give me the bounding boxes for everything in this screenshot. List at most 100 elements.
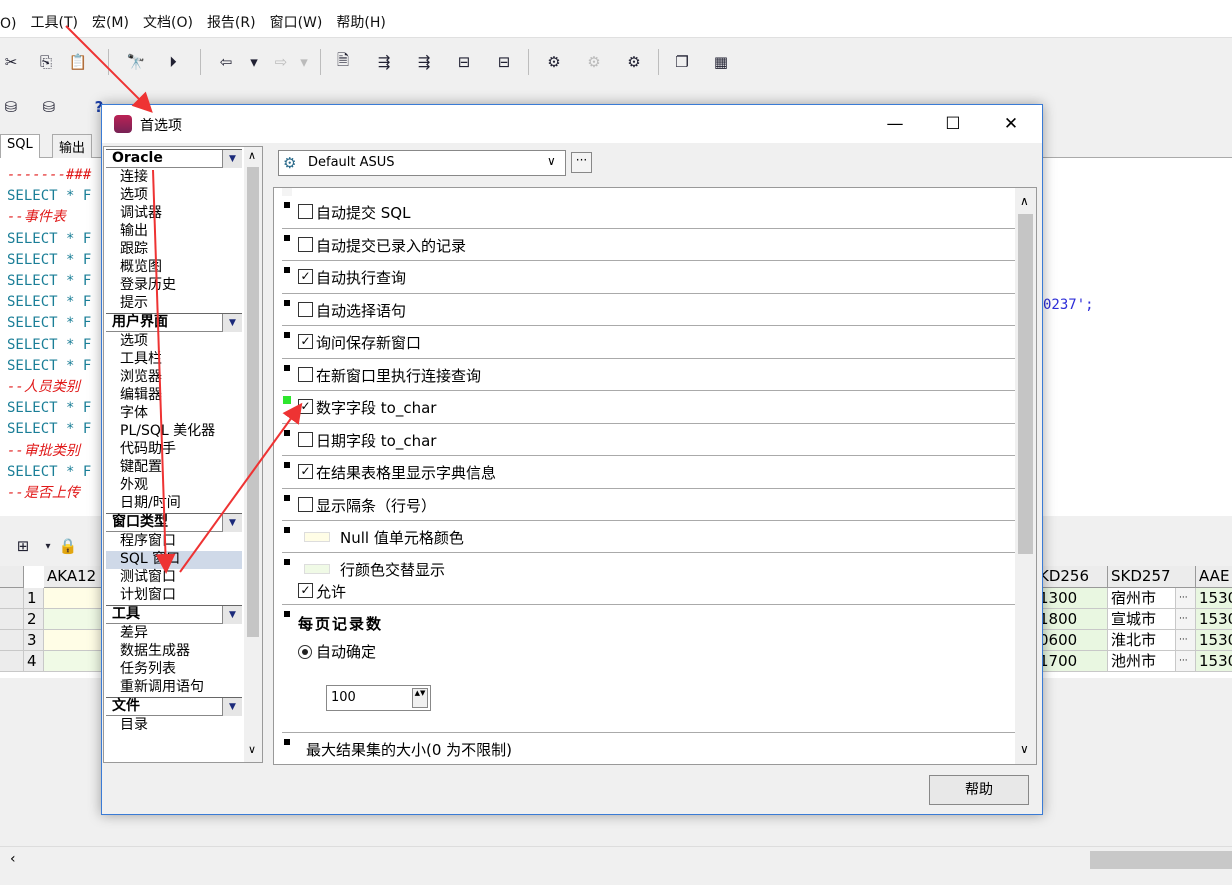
lock-icon[interactable]: 🔒 bbox=[57, 535, 79, 557]
copy-icon[interactable]: ⎘ bbox=[35, 51, 57, 73]
chevron-down-icon[interactable]: ▾ bbox=[37, 535, 59, 557]
tree-item[interactable]: 调试器 bbox=[120, 205, 240, 223]
unindent-icon[interactable]: ⇶ bbox=[413, 51, 435, 73]
scroll-thumb[interactable] bbox=[1090, 851, 1232, 869]
windows-icon[interactable]: ❐ bbox=[671, 51, 693, 73]
uncomment-icon[interactable]: ⊟ bbox=[493, 51, 515, 73]
save-icon[interactable]: ⇨ bbox=[270, 51, 292, 73]
chevron-down-icon[interactable]: ∨ bbox=[547, 154, 556, 168]
tree-item[interactable]: 登录历史 bbox=[120, 277, 240, 295]
menu-item-0[interactable]: O) bbox=[0, 16, 16, 32]
commit-icon[interactable]: ⛁ bbox=[0, 96, 22, 118]
tree-item[interactable]: PL/SQL 美化器 bbox=[120, 423, 240, 441]
rollback-icon[interactable]: ⛁ bbox=[38, 96, 60, 118]
menu-item-3[interactable]: 文档(O) bbox=[143, 12, 193, 32]
records-per-page-input[interactable]: 100 ▲▼ bbox=[326, 685, 431, 711]
tab-sql[interactable]: SQL bbox=[0, 134, 40, 158]
tree-item[interactable]: 工具栏 bbox=[120, 351, 240, 369]
chevron-down-icon[interactable]: ▼ bbox=[222, 314, 242, 332]
tree-item[interactable]: 代码助手 bbox=[120, 441, 240, 459]
alt-color-swatch[interactable] bbox=[304, 564, 330, 574]
option-checkbox[interactable] bbox=[298, 431, 313, 447]
tree-item[interactable]: 概览图 bbox=[120, 259, 240, 277]
horizontal-scrollbar[interactable]: ‹ bbox=[0, 846, 1232, 872]
chevron-up-icon[interactable]: ∧ bbox=[248, 149, 256, 162]
null-color-swatch[interactable] bbox=[304, 532, 330, 542]
tree-section-header[interactable]: 窗口类型 ▼ bbox=[106, 513, 242, 532]
load-icon[interactable]: ⇦ bbox=[215, 51, 237, 73]
cell-ellipsis-button[interactable]: ··· bbox=[1176, 651, 1196, 672]
tree-item[interactable]: 字体 bbox=[120, 405, 240, 423]
menu-item-2[interactable]: 宏(M) bbox=[92, 12, 129, 32]
tree-item[interactable]: 计划窗口 bbox=[120, 587, 240, 605]
tree-item[interactable]: 输出 bbox=[120, 223, 240, 241]
db-disconnect-icon[interactable]: ⚙ bbox=[583, 51, 605, 73]
tree-item[interactable]: 目录 bbox=[120, 717, 240, 735]
dialog-titlebar[interactable]: 首选项 — ☐ ✕ bbox=[102, 105, 1042, 143]
cell-ellipsis-button[interactable]: ··· bbox=[1176, 609, 1196, 630]
chevron-up-icon[interactable]: ∧ bbox=[1020, 194, 1029, 208]
chevron-down-icon[interactable]: ▼ bbox=[222, 698, 242, 716]
menu-item-6[interactable]: 帮助(H) bbox=[336, 12, 385, 32]
chevron-down-icon[interactable]: ▾ bbox=[243, 51, 265, 73]
paste-icon[interactable]: 📋 bbox=[67, 51, 89, 73]
option-checkbox[interactable] bbox=[298, 366, 313, 382]
db-connect-icon[interactable]: ⚙ bbox=[543, 51, 565, 73]
maximize-button[interactable]: ☐ bbox=[930, 109, 976, 139]
tree-item[interactable]: 重新调用语句 bbox=[120, 679, 240, 697]
profile-select[interactable]: ⚙ Default ASUS ∨ bbox=[278, 150, 566, 176]
grid-icon[interactable]: ▦ bbox=[710, 51, 732, 73]
cut-icon[interactable]: ✂ bbox=[0, 51, 22, 73]
tree-item[interactable]: 选项 bbox=[120, 333, 240, 351]
menu-item-5[interactable]: 窗口(W) bbox=[270, 12, 323, 32]
minimize-button[interactable]: — bbox=[872, 109, 918, 139]
close-button[interactable]: ✕ bbox=[988, 109, 1034, 139]
tree-section-header[interactable]: 用户界面 ▼ bbox=[106, 313, 242, 332]
tree-item[interactable]: 提示 bbox=[120, 295, 240, 313]
tree-item[interactable]: 程序窗口 bbox=[120, 533, 240, 551]
chevron-down-icon[interactable]: ∨ bbox=[1020, 742, 1029, 756]
document-icon[interactable]: 🗎 bbox=[332, 51, 354, 73]
db-session-icon[interactable]: ⚙ bbox=[623, 51, 645, 73]
grid-layout-icon[interactable]: ⊞ bbox=[12, 535, 34, 557]
find-icon[interactable]: 🔭 bbox=[125, 51, 147, 73]
tree-item[interactable]: 跟踪 bbox=[120, 241, 240, 259]
tab-output[interactable]: 输出 bbox=[52, 134, 93, 158]
option-checkbox[interactable] bbox=[298, 236, 313, 252]
find-next-icon[interactable]: ⏵ bbox=[162, 51, 184, 73]
tree-item[interactable]: 外观 bbox=[120, 477, 240, 495]
chevron-down-icon[interactable]: ∨ bbox=[248, 743, 256, 756]
chevron-down-icon[interactable]: ▼ bbox=[222, 514, 242, 532]
option-checkbox[interactable] bbox=[298, 204, 313, 219]
stepper-icon[interactable]: ▲▼ bbox=[412, 688, 428, 708]
cell-ellipsis-button[interactable]: ··· bbox=[1176, 588, 1196, 609]
option-checkbox[interactable]: ✓ bbox=[298, 399, 313, 414]
chevron-down-icon[interactable]: ▼ bbox=[222, 150, 242, 168]
allow-checkbox[interactable]: ✓ bbox=[298, 583, 313, 598]
tree-item[interactable]: 差异 bbox=[120, 625, 240, 643]
chevron-down-icon[interactable]: ▼ bbox=[222, 606, 242, 624]
tree-item[interactable]: 键配置 bbox=[120, 459, 240, 477]
tree-item[interactable]: 选项 bbox=[120, 187, 240, 205]
option-checkbox[interactable] bbox=[298, 496, 313, 512]
tree-item[interactable]: 浏览器 bbox=[120, 369, 240, 387]
tree-item[interactable]: 连接 bbox=[120, 169, 240, 187]
tree-scroll-thumb[interactable] bbox=[247, 167, 259, 637]
menu-item-4[interactable]: 报告(R) bbox=[207, 12, 256, 32]
tree-item[interactable]: 任务列表 bbox=[120, 661, 240, 679]
option-checkbox[interactable] bbox=[298, 301, 313, 317]
option-checkbox[interactable]: ✓ bbox=[298, 269, 313, 284]
indent-icon[interactable]: ⇶ bbox=[373, 51, 395, 73]
option-checkbox[interactable]: ✓ bbox=[298, 464, 313, 479]
tree-section-header[interactable]: 工具 ▼ bbox=[106, 605, 242, 624]
tree-section-header[interactable]: 文件 ▼ bbox=[106, 697, 242, 716]
profile-more-button[interactable]: ··· bbox=[571, 152, 592, 173]
scroll-left-icon[interactable]: ‹ bbox=[10, 851, 16, 867]
menu-item-1[interactable]: 工具(T) bbox=[30, 12, 77, 32]
options-scrollbar[interactable]: ∧ ∨ bbox=[1015, 188, 1036, 764]
tree-item[interactable]: 测试窗口 bbox=[120, 569, 240, 587]
tree-scrollbar[interactable]: ∧ ∨ bbox=[244, 147, 262, 762]
option-checkbox[interactable]: ✓ bbox=[298, 334, 313, 349]
chevron-down-icon[interactable]: ▾ bbox=[293, 51, 315, 73]
help-button[interactable]: 帮助 bbox=[929, 775, 1029, 805]
